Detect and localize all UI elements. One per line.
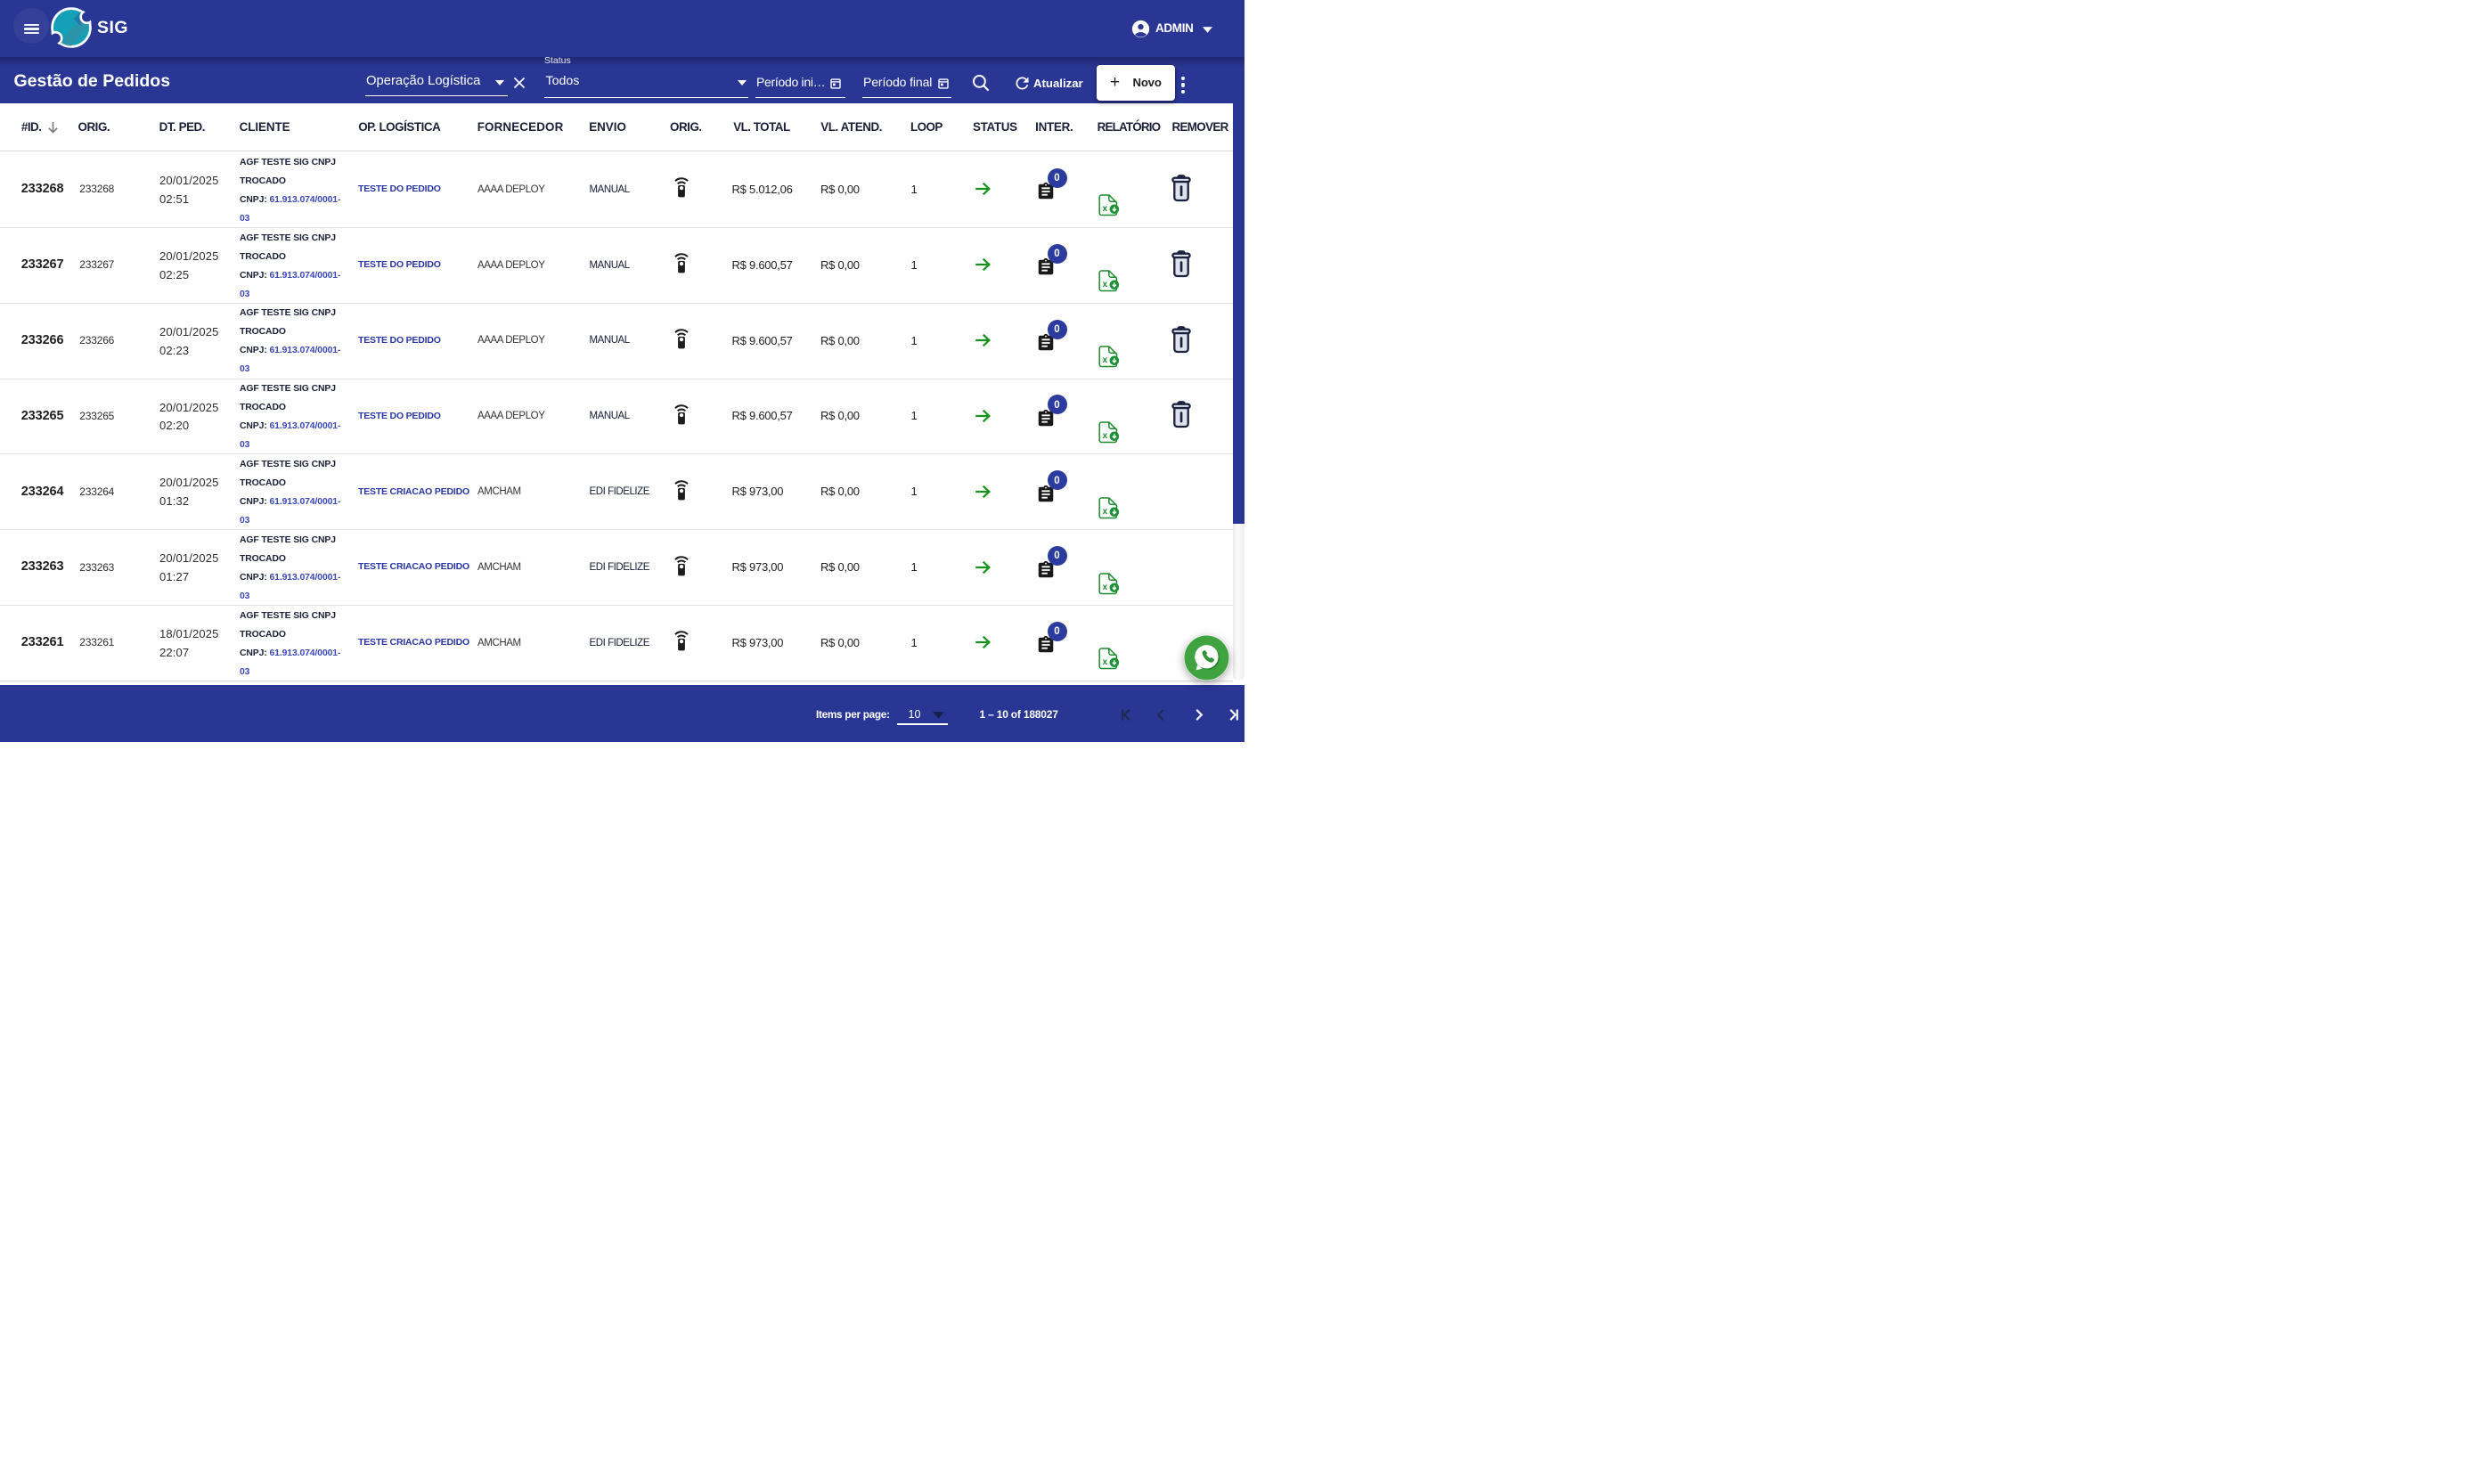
svg-text:x: x [1103,657,1108,667]
svg-text:x: x [1103,280,1108,289]
svg-text:x: x [1103,204,1108,214]
svg-text:x: x [1103,431,1108,441]
svg-text:x: x [1103,507,1108,517]
svg-text:x: x [1103,583,1108,592]
svg-text:x: x [1103,355,1108,365]
